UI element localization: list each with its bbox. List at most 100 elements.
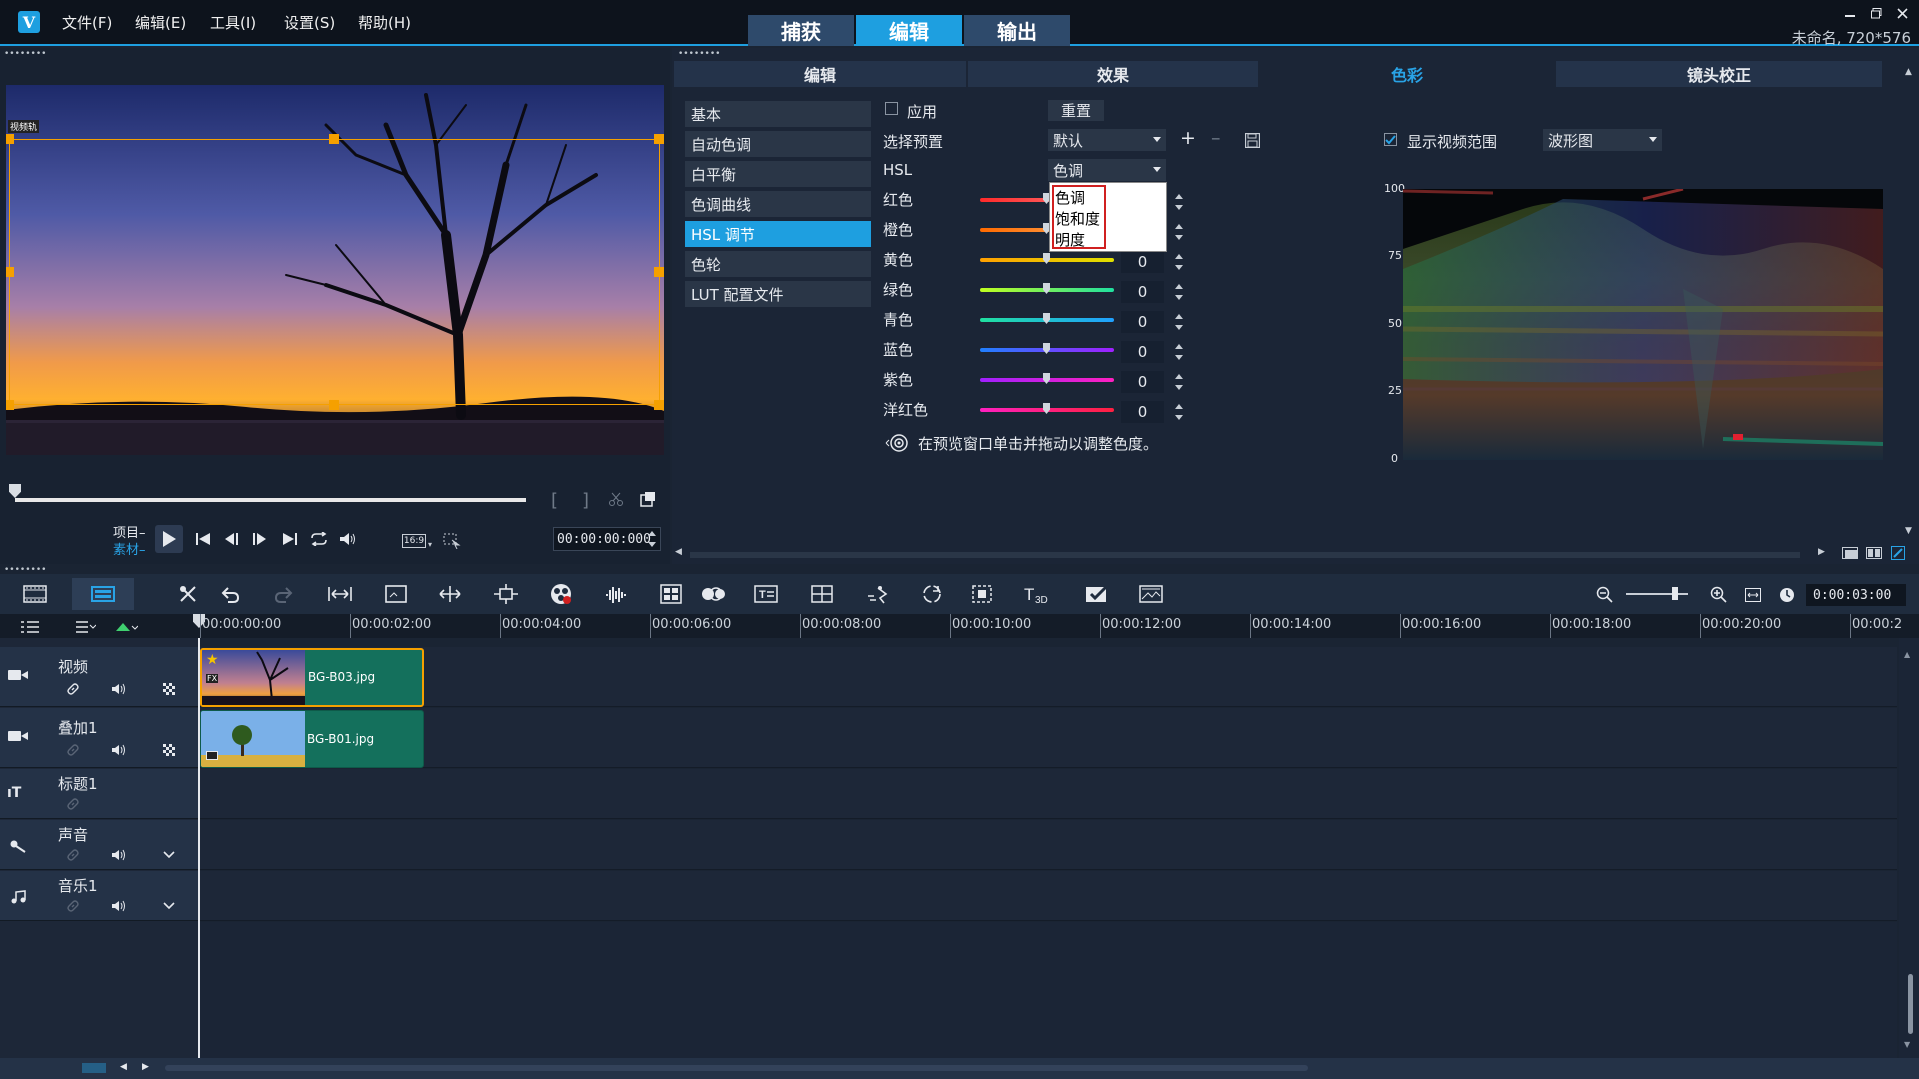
crop-handle[interactable] — [654, 400, 664, 410]
magenta-value[interactable]: 0 — [1121, 401, 1164, 423]
vertical-scrollbar[interactable]: ▲ ▼ — [1899, 638, 1919, 1058]
empty-lane-area[interactable] — [200, 922, 1897, 1058]
color-tab-color-wheel[interactable]: 色轮 — [685, 251, 871, 277]
fit-timeline-icon[interactable] — [1742, 584, 1764, 606]
cyan-value[interactable]: 0 — [1121, 311, 1164, 333]
chevron-down-icon[interactable] — [160, 847, 178, 863]
color-tab-auto-tone[interactable]: 自动色调 — [685, 131, 871, 157]
scroll-track[interactable] — [165, 1065, 1308, 1071]
repeat-icon[interactable] — [308, 529, 330, 549]
color-grading-icon[interactable] — [547, 582, 575, 606]
crop-handle[interactable] — [654, 134, 664, 144]
storyboard-view-icon[interactable] — [18, 582, 52, 606]
chevron-down-icon[interactable]: ▾ — [428, 540, 432, 549]
crop-handle[interactable] — [329, 400, 339, 410]
crop-handle[interactable] — [6, 134, 14, 144]
prev-frame-icon[interactable] — [222, 529, 242, 549]
timecode-spinner[interactable] — [645, 528, 659, 550]
mute-icon[interactable] — [110, 898, 128, 914]
redo-icon[interactable] — [272, 582, 296, 606]
save-preset-icon[interactable] — [1243, 131, 1261, 149]
reset-button[interactable]: 重置 — [1048, 100, 1104, 121]
split-clip-icon[interactable] — [606, 489, 626, 509]
scroll-down-icon[interactable]: ▼ — [1905, 526, 1912, 536]
tab-color[interactable]: 色彩 — [1260, 61, 1554, 87]
track-video[interactable]: 视频 — [0, 647, 198, 707]
scene-detect-icon[interactable] — [1136, 582, 1166, 606]
yellow-spinner[interactable] — [1172, 251, 1186, 273]
cyan-spinner[interactable] — [1172, 311, 1186, 333]
audio-waveform-icon[interactable] — [602, 582, 630, 606]
tab-edit-options[interactable]: 编辑 — [674, 61, 966, 87]
target-adjust-icon[interactable] — [882, 432, 912, 454]
blue-value[interactable]: 0 — [1121, 341, 1164, 363]
scope-type-dropdown[interactable]: 波形图 — [1543, 129, 1662, 151]
scroll-left-icon[interactable]: ◀ — [120, 1062, 127, 1072]
color-tab-white-balance[interactable]: 白平衡 — [685, 161, 871, 187]
crop-handle[interactable] — [6, 400, 14, 410]
preview-window[interactable]: 视频轨 — [6, 85, 664, 455]
zoom-in-icon[interactable] — [1708, 584, 1730, 606]
orange-spinner[interactable] — [1172, 221, 1186, 243]
go-start-icon[interactable] — [193, 529, 213, 549]
zoom-slider-thumb[interactable] — [1672, 587, 1678, 600]
motion-icon[interactable] — [492, 582, 520, 606]
music-lane[interactable] — [200, 871, 1897, 921]
track-music[interactable]: 音乐1 — [0, 871, 198, 921]
apply-checkbox[interactable] — [885, 102, 898, 115]
mark-out-icon[interactable]: ] — [582, 490, 589, 511]
mute-icon[interactable] — [110, 847, 128, 863]
green-value[interactable]: 0 — [1121, 281, 1164, 303]
magenta-spinner[interactable] — [1172, 401, 1186, 423]
remove-preset-icon[interactable]: – — [1211, 127, 1221, 149]
overlay-clip[interactable]: BG-B01.jpg — [200, 710, 424, 768]
minimize-icon[interactable] — [1842, 6, 1858, 20]
link-icon[interactable] — [64, 681, 82, 697]
undo-icon[interactable] — [218, 582, 242, 606]
tools-icon[interactable] — [176, 582, 200, 606]
scroll-right-icon[interactable]: ▶ — [1818, 547, 1825, 557]
title-lane[interactable] — [200, 769, 1897, 819]
hsl-option-lightness[interactable]: 明度 — [1055, 229, 1085, 250]
clock-icon[interactable] — [1776, 584, 1798, 606]
multicam-icon[interactable] — [657, 582, 685, 606]
track-title[interactable]: ıT 标题1 — [0, 769, 198, 819]
pan-icon[interactable] — [436, 582, 464, 606]
panel-grip-icon[interactable]: •••••••• — [4, 50, 46, 59]
hsl-option-hue[interactable]: 色调 — [1055, 187, 1085, 208]
enlarge-preview-icon[interactable] — [638, 489, 658, 509]
crop-frame-icon[interactable] — [382, 582, 410, 606]
edit-settings-icon[interactable] — [1888, 545, 1908, 561]
color-tab-basic[interactable]: 基本 — [685, 101, 871, 127]
hsl-option-saturation[interactable]: 饱和度 — [1055, 208, 1100, 229]
tab-output[interactable]: 输出 — [964, 15, 1070, 46]
menu-edit[interactable]: 编辑(E) — [135, 12, 186, 33]
color-tab-tone-curve[interactable]: 色调曲线 — [685, 191, 871, 217]
3d-title-icon[interactable]: T 3D — [1022, 582, 1052, 606]
grid-icon[interactable] — [160, 681, 178, 697]
horizontal-scrollbar[interactable] — [690, 552, 1800, 558]
subtitle-icon[interactable]: T — [752, 582, 780, 606]
voice-lane[interactable] — [200, 820, 1897, 870]
timeline-view-icon[interactable] — [72, 578, 134, 610]
scroll-up-icon[interactable]: ▲ — [1904, 650, 1910, 659]
link-icon[interactable] — [64, 847, 82, 863]
color-tab-hsl[interactable]: HSL 调节 — [685, 221, 871, 247]
layout-icon[interactable] — [1840, 545, 1860, 561]
motion-tracking-icon[interactable] — [864, 582, 892, 606]
mode-clip[interactable]: 素材– — [113, 539, 146, 558]
video-lane[interactable] — [200, 647, 1897, 707]
color-tab-lut[interactable]: LUT 配置文件 — [685, 281, 871, 307]
next-frame-icon[interactable] — [249, 529, 269, 549]
track-overlay[interactable]: 叠加1 — [0, 708, 198, 768]
rotate-icon[interactable] — [918, 582, 946, 606]
menu-tools[interactable]: 工具(I) — [210, 12, 256, 33]
timeline-grip-icon[interactable]: •••••••• — [4, 566, 46, 575]
zoom-to-fit-icon[interactable] — [82, 1063, 106, 1073]
hsl-mode-dropdown[interactable]: 色调 — [1048, 159, 1166, 181]
yellow-value[interactable]: 0 — [1121, 251, 1164, 273]
grid-icon[interactable] — [160, 742, 178, 758]
tab-edit[interactable]: 编辑 — [856, 15, 962, 46]
menu-settings[interactable]: 设置(S) — [284, 12, 335, 33]
tab-lens-correction[interactable]: 镜头校正 — [1556, 61, 1882, 87]
